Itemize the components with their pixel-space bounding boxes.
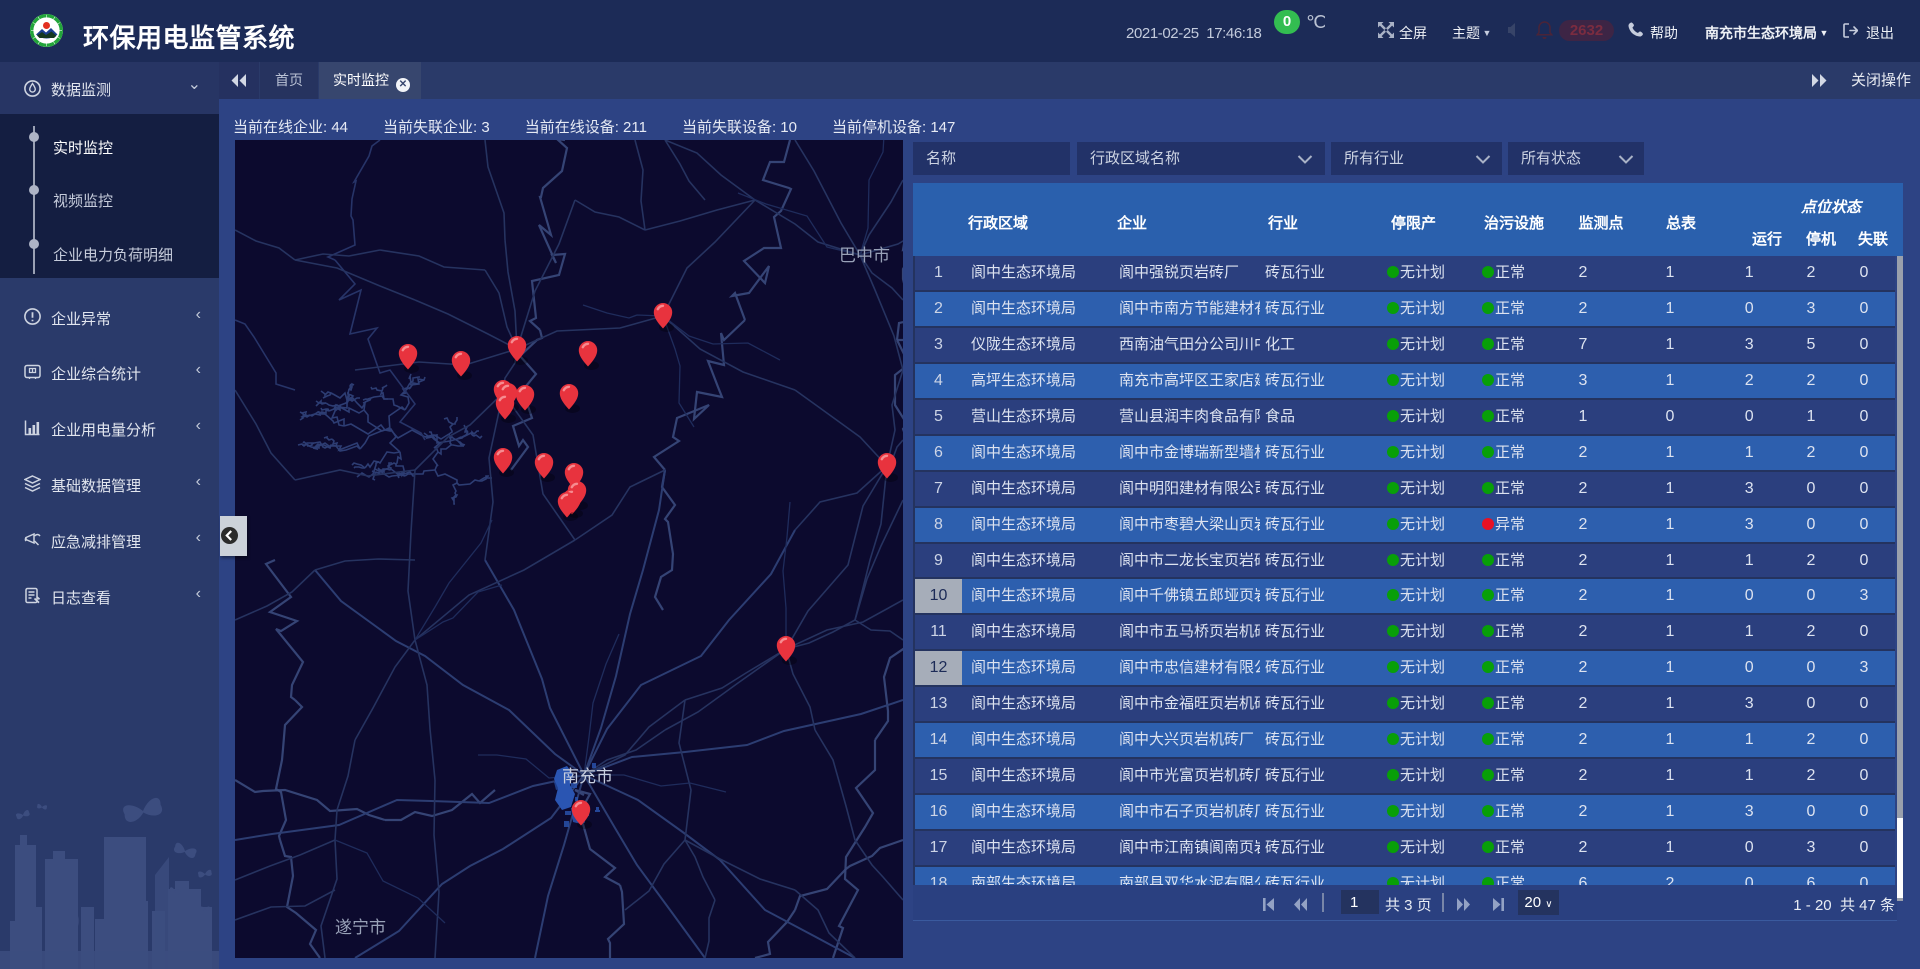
svg-text:遂宁市: 遂宁市 xyxy=(335,918,386,937)
svg-text:南充市: 南充市 xyxy=(562,767,613,786)
svg-text:巴中市: 巴中市 xyxy=(839,246,890,265)
